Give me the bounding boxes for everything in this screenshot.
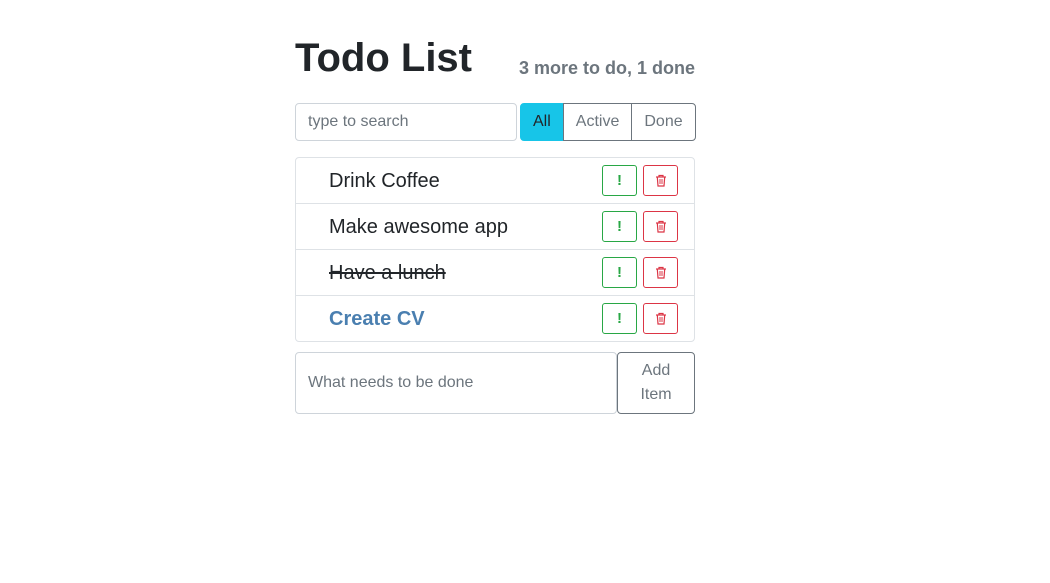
exclamation-icon: ! xyxy=(617,218,622,235)
mark-important-button[interactable]: ! xyxy=(602,165,637,196)
list-item: Make awesome app ! xyxy=(296,204,694,250)
mark-important-button[interactable]: ! xyxy=(602,257,637,288)
todo-counter: 3 more to do, 1 done xyxy=(518,58,695,78)
trash-icon xyxy=(655,266,666,279)
item-actions: ! xyxy=(602,257,678,288)
mark-important-button[interactable]: ! xyxy=(602,303,637,334)
add-item-button[interactable]: Add Item xyxy=(617,352,695,414)
list-item: Drink Coffee ! xyxy=(296,158,694,204)
list-item: Create CV ! xyxy=(296,296,694,341)
search-input[interactable] xyxy=(295,103,517,141)
trash-icon xyxy=(655,174,666,187)
item-label[interactable]: Drink Coffee xyxy=(329,158,440,204)
item-label[interactable]: Create CV xyxy=(329,296,425,342)
app-header: Todo List 3 more to do, 1 done xyxy=(295,0,695,100)
delete-button[interactable] xyxy=(643,303,678,334)
item-actions: ! xyxy=(602,303,678,334)
trash-icon xyxy=(655,312,666,325)
trash-icon xyxy=(655,220,666,233)
add-item-form: Add Item xyxy=(295,352,695,414)
status-filter: All Active Done xyxy=(520,103,696,141)
item-label[interactable]: Make awesome app xyxy=(329,204,508,250)
list-item: Have a lunch ! xyxy=(296,250,694,296)
search-panel: All Active Done xyxy=(295,103,696,141)
filter-all-button[interactable]: All xyxy=(520,103,564,141)
item-actions: ! xyxy=(602,211,678,242)
delete-button[interactable] xyxy=(643,211,678,242)
exclamation-icon: ! xyxy=(617,310,622,327)
item-actions: ! xyxy=(602,165,678,196)
delete-button[interactable] xyxy=(643,165,678,196)
mark-important-button[interactable]: ! xyxy=(602,211,637,242)
filter-active-button[interactable]: Active xyxy=(562,103,633,141)
new-item-input[interactable] xyxy=(295,352,617,414)
todo-list: Drink Coffee ! Make awesome app ! Have a… xyxy=(295,157,695,342)
exclamation-icon: ! xyxy=(617,172,622,189)
delete-button[interactable] xyxy=(643,257,678,288)
page-title: Todo List xyxy=(295,36,472,80)
item-label[interactable]: Have a lunch xyxy=(329,250,446,296)
todo-app: Todo List 3 more to do, 1 done All Activ… xyxy=(295,0,696,414)
filter-done-button[interactable]: Done xyxy=(631,103,696,141)
exclamation-icon: ! xyxy=(617,264,622,281)
